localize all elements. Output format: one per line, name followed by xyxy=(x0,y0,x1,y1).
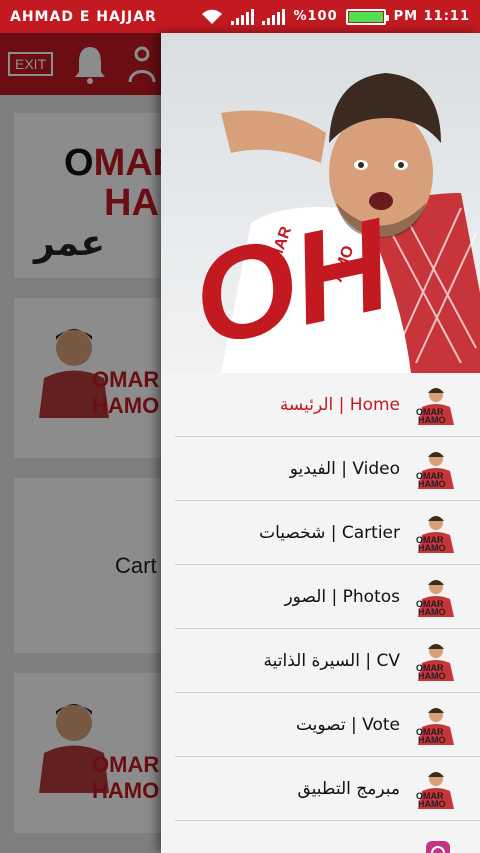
drawer-menu-item-label: الصور | Photos xyxy=(284,586,400,607)
drawer-menu-item[interactable]: مبرمج التطبيق OMAR HAMO xyxy=(175,757,480,821)
drawer-menu-item[interactable]: الفيديو | Video OMAR HAMO xyxy=(175,437,480,501)
omar-hamo-thumb-icon: OMARHAMO xyxy=(414,576,458,617)
drawer-menu-item-label: السيرة الذاتية | CV xyxy=(263,650,400,671)
card-name-line2: HAMO xyxy=(92,778,160,803)
instagram-icon xyxy=(426,840,450,853)
drawer-menu-item[interactable]: السيرة الذاتية | CV OMAR HAMO xyxy=(175,629,480,693)
carrier-name: AHMAD E HAJJAR xyxy=(10,8,157,25)
omar-hamo-thumb-icon: OMARHAMO xyxy=(414,384,458,425)
omar-hamo-thumb-icon: OMARHAMO xyxy=(414,512,458,553)
status-icons: %100 PM 11:11 xyxy=(201,8,470,25)
drawer-menu-item-label: الرئيسة | Home xyxy=(279,394,400,415)
clock: PM 11:11 xyxy=(393,9,470,24)
battery-icon xyxy=(345,8,389,25)
card-name-line2: HAMO xyxy=(92,393,160,418)
drawer-menu-item-label: مبرمج التطبيق xyxy=(297,778,400,799)
svg-text:HAMO: HAMO xyxy=(418,799,446,809)
logo-latin-2: HA xyxy=(104,182,159,224)
drawer-menu-item-label: تصويت | Vote xyxy=(295,714,400,735)
battery-percent: %100 xyxy=(293,9,338,24)
svg-text:HAMO: HAMO xyxy=(418,415,446,425)
svg-text:HAMO: HAMO xyxy=(418,543,446,553)
navigation-drawer[interactable]: OH MAR AMO الرئيسة | Home OMAR HAMO الفيديو… xyxy=(161,33,480,853)
logo-card[interactable]: OMAR HA عمر حمو xyxy=(14,113,164,278)
svg-text:HAMO: HAMO xyxy=(418,607,446,617)
drawer-menu-item[interactable]: الصور | Photos OMAR HAMO xyxy=(175,565,480,629)
drawer-hero-illustration: OH MAR AMO xyxy=(180,73,480,373)
status-bar: AHMAD E HAJJAR %100 PM 11:11 xyxy=(0,0,480,33)
svg-text:HAMO: HAMO xyxy=(418,671,446,681)
omar-hamo-thumb-icon: OMARHAMO xyxy=(414,768,458,809)
drawer-menu-item[interactable]: الرئيسة | Home OMAR HAMO xyxy=(175,373,480,437)
signal-icon-2 xyxy=(262,8,286,25)
drawer-menu-item-label: شخصيات | Cartier xyxy=(259,522,400,543)
bell-icon[interactable] xyxy=(73,44,107,84)
drawer-menu-item-label: الفيديو | Video xyxy=(289,458,400,479)
battery-level xyxy=(348,11,383,22)
omar-hamo-thumb-icon: OMARHAMO xyxy=(414,448,458,489)
drawer-menu-item[interactable] xyxy=(175,821,480,853)
wifi-icon xyxy=(202,9,223,24)
svg-text:HAMO: HAMO xyxy=(418,479,446,489)
drawer-menu: الرئيسة | Home OMAR HAMO الفيديو | Video OMA… xyxy=(161,373,480,853)
signal-icon xyxy=(231,8,255,25)
omar-hamo-thumb-icon: OMARHAMO xyxy=(414,704,458,745)
omar-hamo-thumb-icon: OMARHAMO xyxy=(414,640,458,681)
user-icon[interactable] xyxy=(127,44,157,84)
card-name-line1: OMAR xyxy=(92,752,160,777)
card-name-line1: OMAR xyxy=(92,367,160,392)
exit-button[interactable]: EXIT xyxy=(8,52,54,76)
svg-text:HAMO: HAMO xyxy=(418,735,446,745)
drawer-menu-item[interactable]: تصويت | Vote OMAR HAMO xyxy=(175,693,480,757)
drawer-menu-item[interactable]: شخصيات | Cartier OMAR HAMO xyxy=(175,501,480,565)
photo-card-1[interactable]: OMAR HAMO xyxy=(14,298,164,458)
drawer-header-image: OH MAR AMO xyxy=(161,33,480,373)
logo-arabic: عمر حمو xyxy=(34,223,107,278)
photo-card-2[interactable]: OMAR HAMO xyxy=(14,673,164,833)
logo-latin: OMAR xyxy=(64,142,164,184)
card-partial-text: Cart xyxy=(115,553,157,578)
